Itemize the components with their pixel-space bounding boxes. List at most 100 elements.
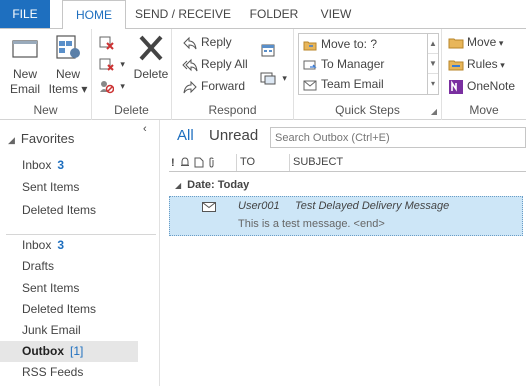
folder-label: Sent Items: [22, 180, 80, 194]
item-type-icon[interactable]: [194, 157, 204, 168]
folder-outbox[interactable]: Outbox [1]: [0, 341, 138, 362]
expand-gallery-icon[interactable]: ▾: [428, 74, 438, 94]
folder-drafts[interactable]: Drafts: [0, 256, 138, 277]
quick-step-to-manager[interactable]: To Manager: [303, 54, 384, 74]
folder-label: Outbox: [22, 344, 64, 358]
more-respond-dropdown-icon: ▾: [282, 73, 287, 83]
group-delete: ▾ ▾ Delete Delete: [92, 29, 172, 120]
rules-label: Rules: [467, 57, 498, 71]
column-subject[interactable]: SUBJECT: [289, 154, 343, 171]
quick-step-team-email[interactable]: Team Email: [303, 74, 384, 94]
favorites-header[interactable]: ◢ Favorites: [8, 131, 74, 146]
tab-send-receive[interactable]: SEND / RECEIVE: [133, 0, 233, 28]
tab-folder[interactable]: FOLDER: [245, 0, 303, 28]
group-new: New Email New Items ▾ New: [0, 29, 92, 120]
new-items-icon: [56, 35, 80, 59]
filter-unread[interactable]: Unread: [209, 127, 258, 144]
new-email-button[interactable]: New Email: [6, 33, 44, 97]
search-input[interactable]: [270, 127, 526, 148]
meeting-button[interactable]: [260, 39, 279, 59]
group-header[interactable]: ◢ Date: Today: [175, 179, 249, 191]
message-preview: This is a test message. <end>: [238, 218, 385, 230]
onenote-icon: [449, 79, 463, 94]
quick-steps-scroller[interactable]: ▲ ▼ ▾: [428, 33, 439, 95]
new-items-button[interactable]: New Items ▾: [48, 33, 88, 97]
group-label: Date: Today: [187, 179, 250, 191]
reply-icon: [183, 36, 197, 50]
quick-step-to-manager-label: To Manager: [321, 57, 385, 71]
folder-rss-feeds[interactable]: RSS Feeds: [0, 362, 138, 383]
rules-button[interactable]: Rules ▾: [448, 54, 505, 74]
dialog-launcher-icon[interactable]: ◢: [431, 107, 437, 116]
rules-dropdown-icon: ▾: [497, 60, 505, 70]
more-respond-icon: [260, 72, 276, 85]
folder-label: RSS Feeds: [22, 365, 84, 379]
junk-button[interactable]: ▾: [98, 75, 125, 95]
scroll-up-icon[interactable]: ▲: [428, 34, 438, 54]
envelope-icon: [202, 202, 216, 212]
favorite-inbox[interactable]: Inbox 3: [0, 155, 138, 176]
collapse-pane-icon[interactable]: ‹: [143, 123, 147, 135]
new-email-icon: [12, 40, 38, 58]
tab-file[interactable]: FILE: [0, 0, 50, 28]
forward-button[interactable]: Forward: [182, 76, 245, 96]
quick-steps-gallery: Move to: ? To Manager Team Email: [298, 33, 428, 95]
forward-icon: [183, 80, 197, 94]
clean-up-button[interactable]: ▾: [98, 53, 125, 73]
move-folder-icon: [448, 38, 464, 49]
meeting-icon: [261, 44, 275, 57]
outlook-window: FILE HOME SEND / RECEIVE FOLDER VIEW New…: [0, 0, 526, 386]
filter-all[interactable]: All: [177, 127, 194, 144]
column-to[interactable]: TO: [236, 154, 288, 171]
more-respond-button[interactable]: ▾: [260, 67, 287, 87]
team-email-icon: [303, 80, 317, 91]
group-quick-steps: Move to: ? To Manager Team Email ▲ ▼ ▾ Q…: [294, 29, 442, 120]
group-move: Move ▾ Rules ▾ OneNote Move: [442, 29, 526, 120]
ribbon-tabs: FILE HOME SEND / RECEIVE FOLDER VIEW: [0, 0, 526, 29]
message-row[interactable]: User001 Test Delayed Delivery Message Th…: [169, 196, 523, 236]
onenote-label: OneNote: [467, 79, 516, 93]
tab-view[interactable]: VIEW: [314, 0, 358, 28]
favorite-sent-items[interactable]: Sent Items: [0, 177, 138, 198]
new-items-label-1: New: [55, 67, 80, 81]
folder-label: Sent Items: [22, 281, 80, 295]
group-respond-label: Respond: [208, 103, 257, 117]
quick-step-move-to-label: Move to: ?: [321, 37, 378, 51]
group-delete-label: Delete: [114, 103, 149, 117]
unread-count: 3: [57, 238, 65, 252]
move-dropdown-icon: ▾: [496, 38, 504, 48]
folder-deleted-items[interactable]: Deleted Items: [0, 299, 138, 320]
reminder-bell-icon[interactable]: [180, 157, 190, 168]
unread-count: 3: [57, 158, 65, 172]
reply-all-icon: [182, 58, 198, 72]
message-list-pane: All Unread ! TO SUBJECT ◢ Date: Today: [161, 120, 526, 386]
quick-step-move-to[interactable]: Move to: ?: [303, 34, 377, 54]
folder-junk-email[interactable]: Junk Email: [0, 320, 138, 341]
tab-home[interactable]: HOME: [62, 0, 126, 29]
folder-label: Junk Email: [22, 323, 81, 337]
reply-button[interactable]: Reply: [182, 32, 232, 52]
group-collapse-icon: ◢: [175, 181, 182, 190]
clean-up-icon: [99, 58, 114, 71]
folder-label: Drafts: [22, 259, 55, 273]
folder-label: Inbox: [22, 158, 52, 172]
move-label: Move: [467, 35, 497, 49]
ignore-button[interactable]: [98, 31, 117, 51]
junk-icon: [100, 80, 114, 94]
reply-label: Reply: [201, 35, 232, 49]
folder-sent-items[interactable]: Sent Items: [0, 278, 138, 299]
folder-label: Inbox: [22, 238, 52, 252]
move-button[interactable]: Move ▾: [448, 32, 503, 52]
new-email-label-2: Email: [9, 82, 40, 96]
onenote-button[interactable]: OneNote: [448, 76, 515, 96]
delete-label: Delete: [133, 67, 169, 81]
reply-all-button[interactable]: Reply All: [182, 54, 248, 74]
favorite-deleted-items[interactable]: Deleted Items: [0, 200, 138, 221]
new-items-dropdown-icon: ▾: [77, 82, 88, 96]
attachment-column-icon[interactable]: [207, 157, 217, 168]
delete-button[interactable]: Delete: [132, 33, 170, 82]
group-quick-steps-label: Quick Steps: [335, 103, 400, 117]
scroll-down-icon[interactable]: ▼: [428, 54, 438, 74]
new-email-label-1: New: [12, 67, 37, 81]
folder-inbox[interactable]: Inbox 3: [0, 235, 138, 256]
